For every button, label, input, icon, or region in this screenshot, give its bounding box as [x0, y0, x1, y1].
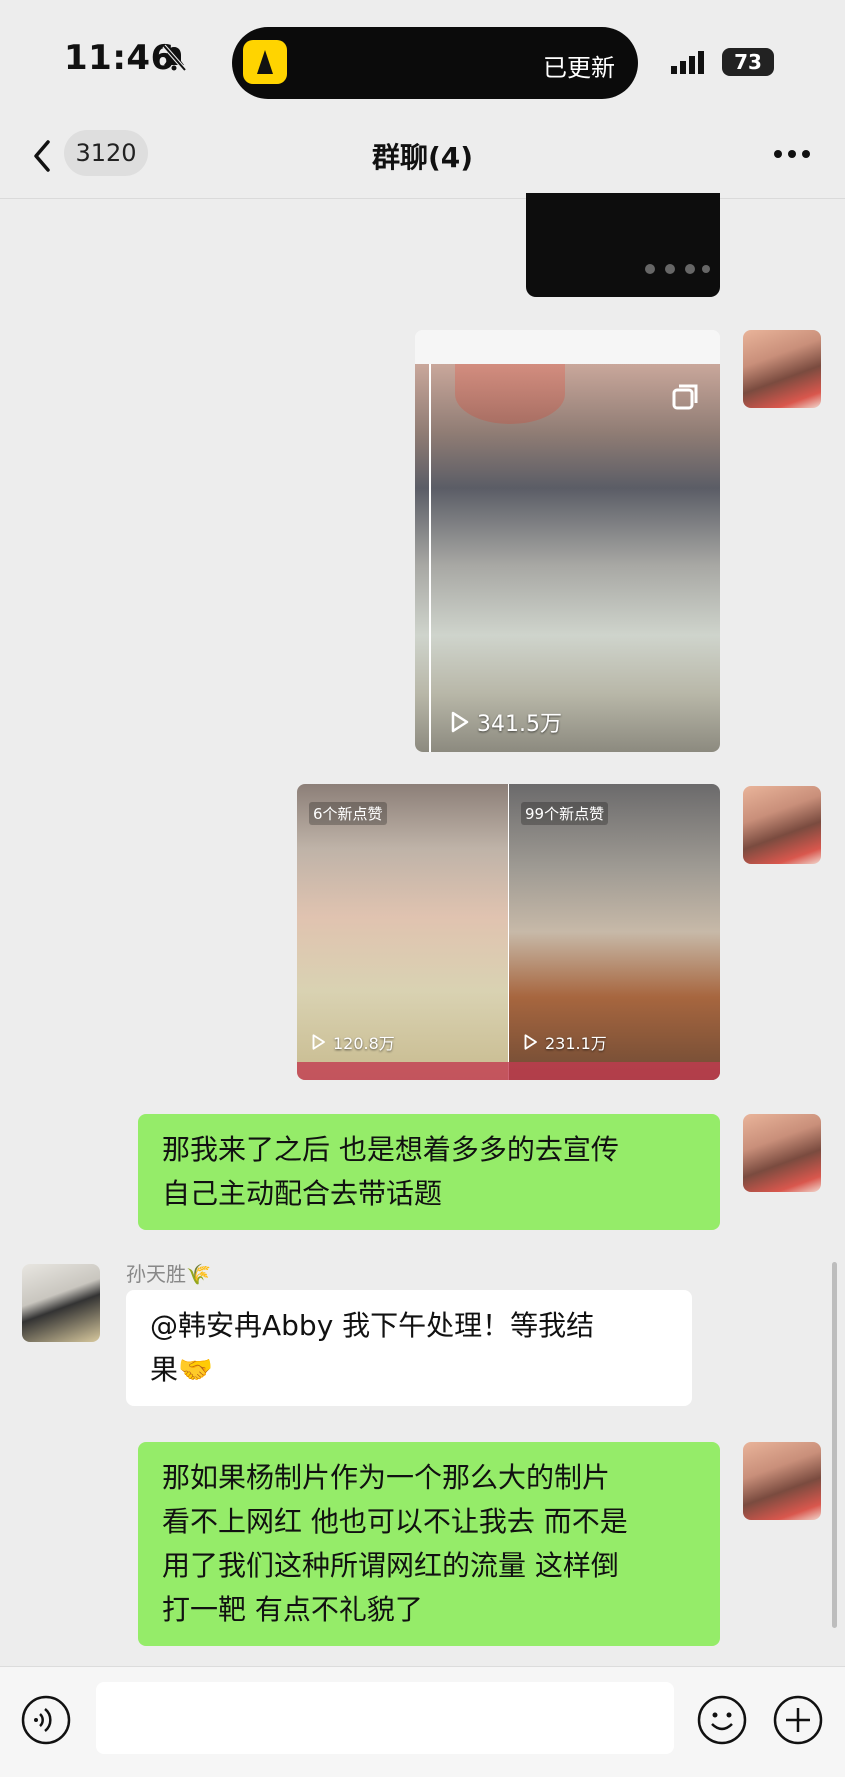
video-card-message[interactable]: 341.5万	[415, 330, 720, 752]
sender-avatar-other[interactable]	[22, 1264, 100, 1342]
new-likes-tag: 99个新点赞	[521, 802, 609, 825]
message-bubble-sent[interactable]: 那如果杨制片作为一个那么大的制片 看不上网红 他也可以不让我去 而不是 用了我们…	[138, 1442, 720, 1646]
more-options-icon[interactable]	[772, 148, 812, 160]
emoji-icon[interactable]	[696, 1694, 748, 1746]
chat-title: 群聊(4)	[371, 141, 474, 174]
island-status-text: 已更新	[543, 54, 615, 82]
notes-app-icon	[243, 40, 287, 84]
sender-name: 孙天胜🌾	[126, 1262, 211, 1286]
sender-avatar-self[interactable]	[743, 786, 821, 864]
play-icon	[312, 1034, 325, 1050]
battery-indicator: 73	[722, 48, 774, 76]
video-view-count: 120.8万	[309, 1030, 395, 1054]
sender-avatar-self[interactable]	[743, 1442, 821, 1520]
play-icon	[451, 711, 469, 733]
video-pair-message[interactable]: 6个新点赞 99个新点赞 120.8万 231.1万	[297, 784, 720, 1080]
signal-icon	[671, 51, 704, 74]
message-bubble-sent[interactable]: 那我来了之后 也是想着多多的去宣传 自己主动配合去带话题	[138, 1114, 720, 1230]
video-controls-icon	[645, 264, 710, 274]
multi-video-icon	[672, 384, 698, 410]
mute-bell-icon	[162, 44, 187, 72]
sender-avatar-self[interactable]	[743, 330, 821, 408]
video-message-partial[interactable]	[526, 193, 720, 297]
video-view-count: 231.1万	[521, 1030, 607, 1054]
voice-input-icon[interactable]	[20, 1694, 72, 1746]
sender-avatar-self[interactable]	[743, 1114, 821, 1192]
message-bubble-received[interactable]: @韩安冉Abby 我下午处理！等我结 果🤝	[126, 1290, 692, 1406]
message-input[interactable]	[96, 1682, 674, 1754]
play-icon	[524, 1034, 537, 1050]
chat-scrollbar[interactable]	[832, 1262, 837, 1628]
status-time: 11:46	[64, 38, 175, 78]
add-more-icon[interactable]	[772, 1694, 824, 1746]
video-view-count: 341.5万	[447, 706, 562, 738]
new-likes-tag: 6个新点赞	[309, 802, 387, 825]
